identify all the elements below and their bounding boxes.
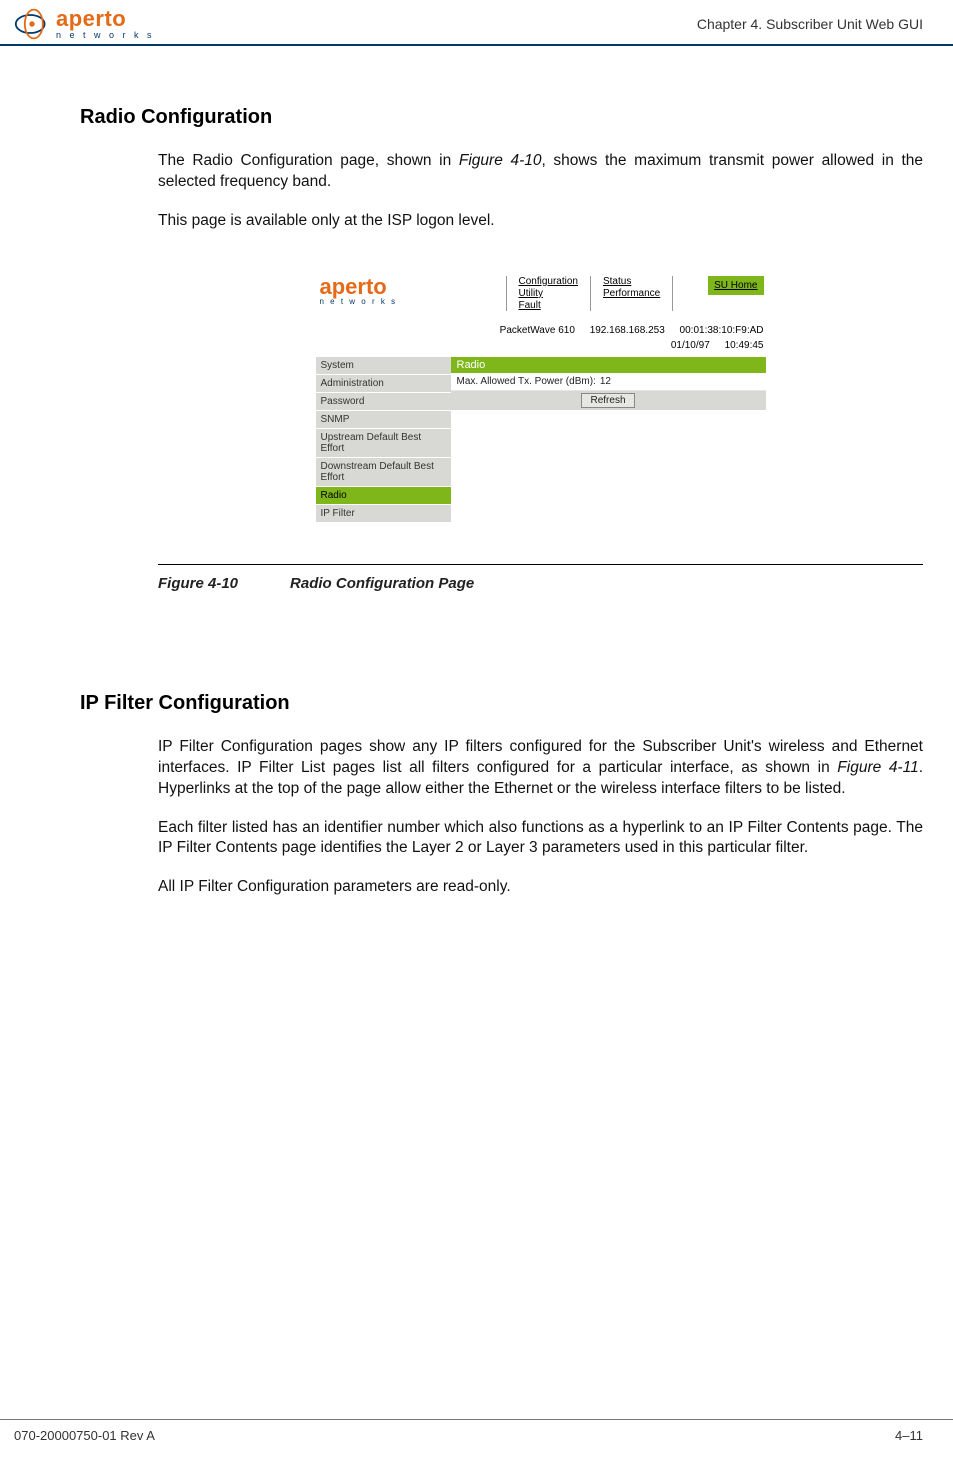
row-value: 12 [600, 376, 611, 387]
figure-rule [158, 564, 923, 565]
row-max-tx-power: Max. Allowed Tx. Power (dBm): 12 [451, 373, 766, 391]
doc-id: 070-20000750-01 Rev A [14, 1428, 155, 1443]
info-mac: 00:01:38:10:F9:AD [680, 325, 764, 336]
figure-4-10-caption: Figure 4-10 Radio Configuration Page [158, 575, 923, 592]
sidebar-item-upstream-best-effort[interactable]: Upstream Default Best Effort [316, 429, 451, 458]
sidebar-item-administration[interactable]: Administration [316, 375, 451, 393]
para-ipfilter-2: Each filter listed has an identifier num… [158, 818, 923, 860]
logo-main-text: aperto [56, 8, 155, 30]
info-date: 01/10/97 [671, 340, 710, 351]
ss-sidebar: System Administration Password SNMP Upst… [316, 357, 451, 523]
screenshot-radio-config: aperto n e t w o r k s Configuration Uti… [316, 272, 766, 548]
nav-configuration[interactable]: Configuration [519, 276, 578, 287]
nav-performance[interactable]: Performance [603, 288, 660, 299]
panel-heading-radio: Radio [451, 357, 766, 373]
text-segment: The Radio Configuration page, shown in [158, 152, 459, 169]
figure-ref-4-10: Figure 4-10 [459, 152, 542, 169]
sidebar-item-snmp[interactable]: SNMP [316, 411, 451, 429]
content-area: Radio Configuration The Radio Configurat… [0, 46, 953, 898]
sidebar-item-ip-filter[interactable]: IP Filter [316, 505, 451, 523]
sidebar-item-password[interactable]: Password [316, 393, 451, 411]
figure-ref-4-11: Figure 4-11 [837, 759, 918, 776]
heading-ip-filter-config: IP Filter Configuration [80, 692, 923, 715]
figure-number: Figure 4-10 [158, 575, 238, 592]
info-time: 10:49:45 [725, 340, 764, 351]
para-ipfilter-3: All IP Filter Configuration parameters a… [158, 877, 923, 898]
info-ip: 192.168.168.253 [590, 325, 665, 336]
chapter-label: Chapter 4. Subscriber Unit Web GUI [697, 16, 923, 32]
page-header: aperto n e t w o r k s Chapter 4. Subscr… [0, 0, 953, 46]
para-ipfilter-1: IP Filter Configuration pages show any I… [158, 737, 923, 800]
logo-block: aperto n e t w o r k s [10, 6, 155, 42]
su-home-button[interactable]: SU Home [708, 276, 763, 295]
text-segment: IP Filter Configuration pages show any I… [158, 738, 923, 776]
figure-4-10-container: aperto n e t w o r k s Configuration Uti… [158, 272, 923, 548]
heading-radio-config: Radio Configuration [80, 106, 923, 129]
refresh-button[interactable]: Refresh [581, 393, 634, 408]
page-footer: 070-20000750-01 Rev A 4–11 [0, 1419, 953, 1443]
ss-main-panel: Radio Max. Allowed Tx. Power (dBm): 12 R… [451, 357, 766, 523]
para-radio-2: This page is available only at the ISP l… [158, 211, 923, 232]
row-label: Max. Allowed Tx. Power (dBm): [457, 376, 596, 387]
ss-nav-col-2: Status Performance [603, 276, 660, 299]
figure-title: Radio Configuration Page [290, 575, 474, 592]
ss-nav-col-1: Configuration Utility Fault [519, 276, 578, 311]
sidebar-item-system[interactable]: System [316, 357, 451, 375]
nav-status[interactable]: Status [603, 276, 660, 287]
ss-logo-sub: n e t w o r k s [320, 298, 398, 306]
ss-logo: aperto n e t w o r k s [316, 272, 506, 311]
logo-swirl-icon [14, 6, 50, 42]
ss-logo-main: aperto [320, 276, 398, 298]
nav-utility[interactable]: Utility [519, 288, 578, 299]
page-number: 4–11 [895, 1428, 923, 1443]
info-device: PacketWave 610 [500, 325, 575, 336]
sidebar-item-downstream-best-effort[interactable]: Downstream Default Best Effort [316, 458, 451, 487]
button-row: Refresh [451, 391, 766, 410]
ss-info-rows: PacketWave 610 192.168.168.253 00:01:38:… [316, 323, 766, 353]
nav-fault[interactable]: Fault [519, 300, 578, 311]
logo-sub-text: n e t w o r k s [56, 31, 155, 40]
para-radio-1: The Radio Configuration page, shown in F… [158, 151, 923, 193]
sidebar-item-radio[interactable]: Radio [316, 487, 451, 505]
